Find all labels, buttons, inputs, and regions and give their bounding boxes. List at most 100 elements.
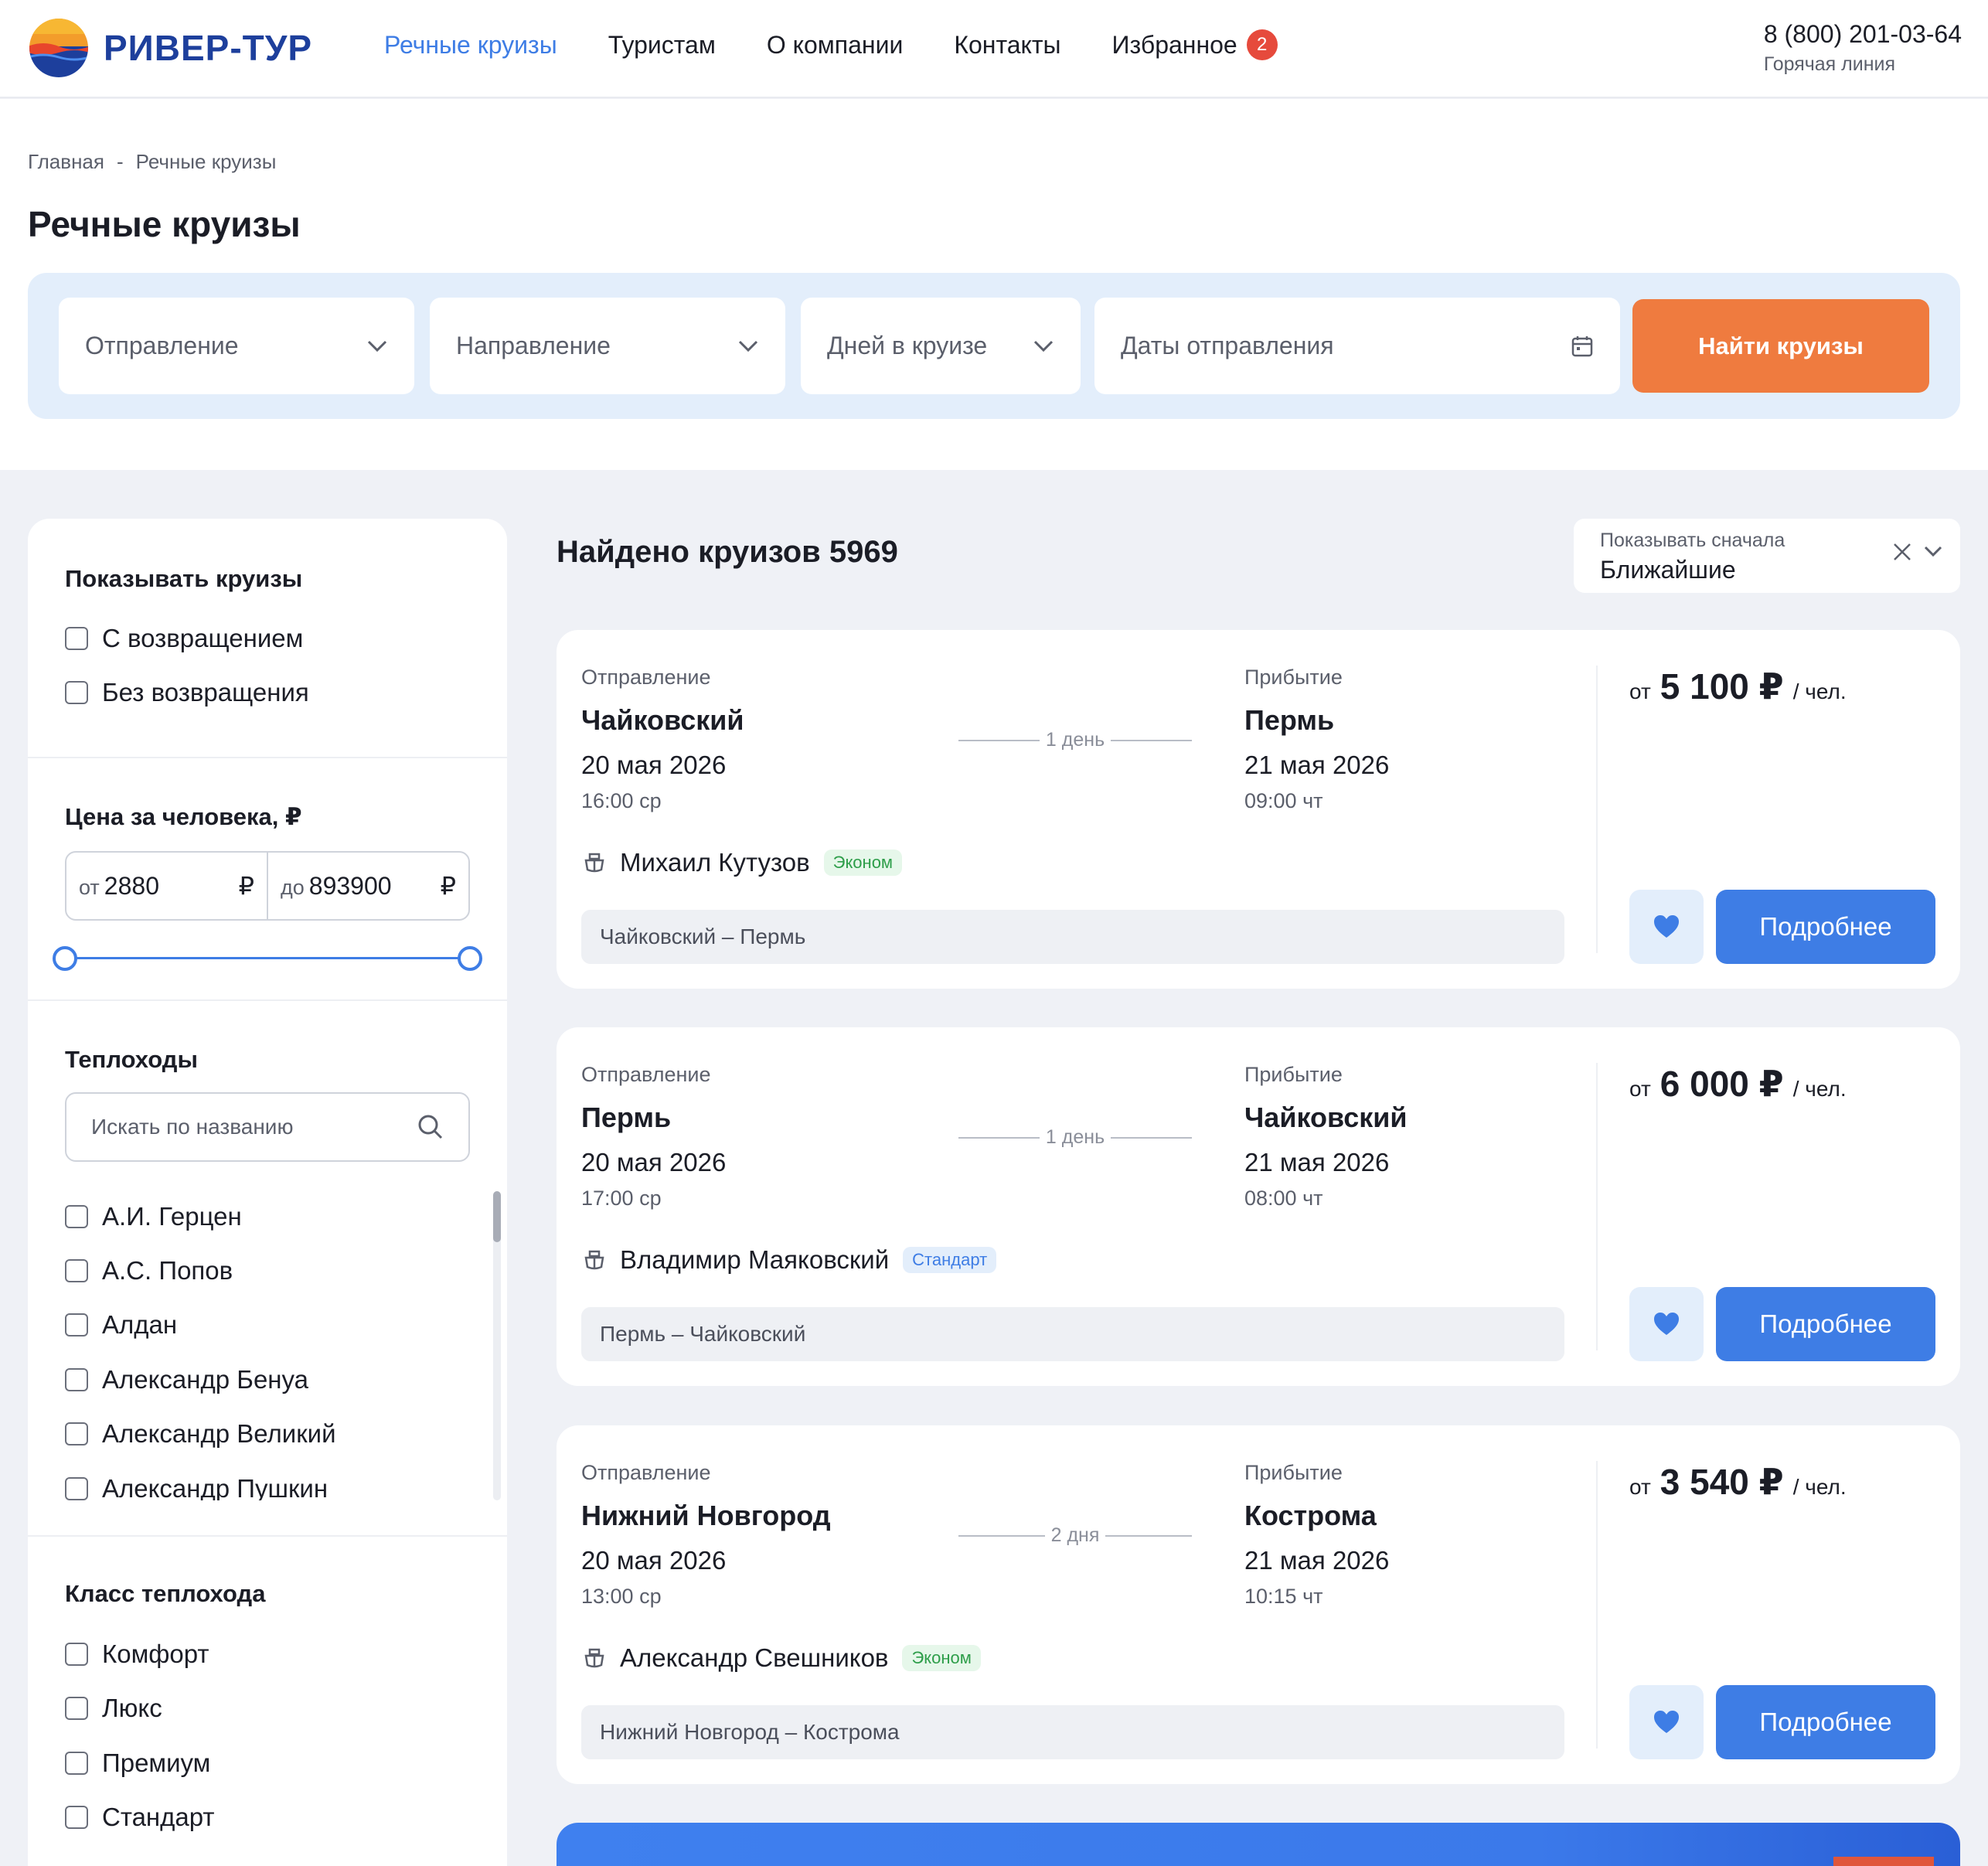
checkbox-label: С возвращением	[102, 624, 304, 652]
cruise-duration: 1 день	[958, 729, 1193, 751]
ship-option[interactable]: Александр Бенуа	[65, 1365, 308, 1394]
details-button[interactable]: Подробнее	[1716, 1287, 1935, 1361]
ship-icon	[584, 853, 604, 873]
class-option[interactable]: Комфорт	[65, 1640, 209, 1669]
price: от 5 100 ₽ / чел.	[1629, 666, 1847, 707]
add-to-favorites-button[interactable]	[1629, 890, 1704, 964]
price-from-prefix: от	[79, 875, 100, 899]
cruise-card: Отправление Нижний Новгород 20 мая 2026 …	[557, 1425, 1960, 1784]
currency-sign: ₽	[440, 872, 456, 900]
ship-option[interactable]: Александр Великий	[65, 1419, 336, 1449]
nav-tourists[interactable]: Туристам	[608, 31, 716, 60]
sort-select[interactable]: Показывать сначала Ближайшие	[1574, 519, 1960, 593]
checkbox[interactable]	[65, 1422, 88, 1445]
arrival-city: Пермь	[1244, 704, 1335, 736]
departure-label: Отправление	[581, 666, 711, 689]
arrival-label: Прибытие	[1244, 1063, 1343, 1086]
checkbox[interactable]	[65, 1752, 88, 1775]
main-nav: Речные круизы Туристам О компании Контак…	[384, 29, 1329, 60]
price-amount: 5 100 ₽	[1660, 666, 1784, 707]
details-button[interactable]: Подробнее	[1716, 1685, 1935, 1759]
cruise-card: Отправление Пермь 20 мая 2026 17:00 ср 1…	[557, 1027, 1960, 1386]
find-cruises-button[interactable]: Найти круизы	[1632, 299, 1929, 393]
checkbox[interactable]	[65, 681, 88, 704]
logo-icon	[29, 19, 88, 77]
departure-city: Пермь	[581, 1102, 672, 1133]
checkbox-label: Александр Великий	[102, 1419, 336, 1448]
ship-list-scroll-thumb[interactable]	[493, 1191, 501, 1242]
search-icon[interactable]	[417, 1114, 444, 1140]
checkbox[interactable]	[65, 1368, 88, 1391]
price-from-field[interactable]: от 2880 ₽	[66, 853, 267, 919]
promo-accent	[1833, 1857, 1934, 1866]
ship-info: Владимир Маяковский Стандарт	[581, 1245, 997, 1275]
phone-number[interactable]: 8 (800) 201-03-64	[1764, 20, 1962, 49]
days-select[interactable]: Дней в круизе	[801, 298, 1081, 394]
price-amount: 3 540 ₽	[1660, 1462, 1784, 1502]
checkbox[interactable]	[65, 627, 88, 650]
direction-select[interactable]: Направление	[430, 298, 785, 394]
ship-option[interactable]: Алдан	[65, 1310, 177, 1340]
checkbox[interactable]	[65, 1697, 88, 1720]
chevron-down-icon[interactable]	[1923, 545, 1943, 559]
checkbox[interactable]	[65, 1477, 88, 1500]
nav-river-cruises[interactable]: Речные круизы	[384, 31, 557, 60]
price-slider-max-handle[interactable]	[458, 946, 482, 971]
price-to-value: 893900	[308, 871, 392, 900]
checkbox-label: Стандарт	[102, 1803, 215, 1831]
page-top: Главная - Речные круизы Речные круизы Отпр…	[0, 99, 1988, 470]
add-to-favorites-button[interactable]	[1629, 1287, 1704, 1361]
results-count-label: Найдено круизов	[557, 535, 821, 569]
brand-name: РИВЕР-ТУР	[104, 28, 313, 68]
nav-contacts[interactable]: Контакты	[954, 31, 1060, 60]
departure-select[interactable]: Отправление	[59, 298, 414, 394]
arrival-date: 21 мая 2026	[1244, 1148, 1390, 1176]
class-option[interactable]: Стандарт	[65, 1803, 215, 1832]
price: от 6 000 ₽ / чел.	[1629, 1063, 1847, 1105]
dates-input[interactable]: Даты отправления	[1094, 298, 1620, 394]
departure-time: 16:00 ср	[581, 789, 662, 812]
close-icon[interactable]	[1892, 542, 1912, 562]
nav-about[interactable]: О компании	[767, 31, 903, 60]
price-to-prefix: до	[281, 875, 305, 899]
ship-search-input[interactable]: Искать по названию	[65, 1092, 470, 1162]
class-option[interactable]: Премиум	[65, 1749, 210, 1778]
class-option[interactable]: Люкс	[65, 1694, 162, 1723]
divider	[28, 1535, 507, 1537]
logo[interactable]: РИВЕР-ТУР	[28, 17, 312, 79]
price-slider-min-handle[interactable]	[53, 946, 77, 971]
nav-favorites-label: Избранное	[1111, 30, 1237, 59]
details-button[interactable]: Подробнее	[1716, 890, 1935, 964]
breadcrumb-home[interactable]: Главная	[28, 150, 104, 173]
checkbox[interactable]	[65, 1806, 88, 1829]
ship-name[interactable]: Владимир Маяковский	[620, 1245, 889, 1275]
departure-date: 20 мая 2026	[581, 1546, 727, 1575]
ship-option[interactable]: А.И. Герцен	[65, 1202, 242, 1231]
price-amount: 6 000 ₽	[1660, 1064, 1784, 1104]
nav-favorites[interactable]: Избранное 2	[1112, 29, 1278, 60]
checkbox[interactable]	[65, 1313, 88, 1337]
departure-date: 20 мая 2026	[581, 1148, 727, 1176]
promo-banner[interactable]	[557, 1823, 1960, 1866]
checkbox-label: А.И. Герцен	[102, 1202, 242, 1231]
breadcrumb: Главная - Речные круизы	[28, 150, 276, 174]
filter-without-return[interactable]: Без возвращения	[65, 678, 309, 707]
checkbox[interactable]	[65, 1205, 88, 1228]
ship-option[interactable]: А.С. Попов	[65, 1256, 233, 1285]
phone-caption: Горячая линия	[1763, 53, 1896, 75]
price-to-field[interactable]: до 893900 ₽	[267, 853, 468, 919]
ship-icon	[584, 1648, 604, 1668]
checkbox-label: Александр Пушкин	[102, 1474, 328, 1500]
checkbox[interactable]	[65, 1643, 88, 1666]
arrival-time: 09:00 чт	[1244, 789, 1323, 812]
heart-icon	[1654, 915, 1679, 938]
ship-name[interactable]: Михаил Кутузов	[620, 848, 810, 877]
checkbox[interactable]	[65, 1259, 88, 1282]
ship-info: Александр Свешников Эконом	[581, 1643, 981, 1673]
ship-name[interactable]: Александр Свешников	[620, 1643, 888, 1673]
price-slider-track[interactable]	[65, 957, 470, 959]
add-to-favorites-button[interactable]	[1629, 1685, 1704, 1759]
arrival-label: Прибытие	[1244, 1461, 1343, 1484]
filter-with-return[interactable]: С возвращением	[65, 624, 303, 653]
ship-option[interactable]: Александр Пушкин	[65, 1474, 328, 1500]
